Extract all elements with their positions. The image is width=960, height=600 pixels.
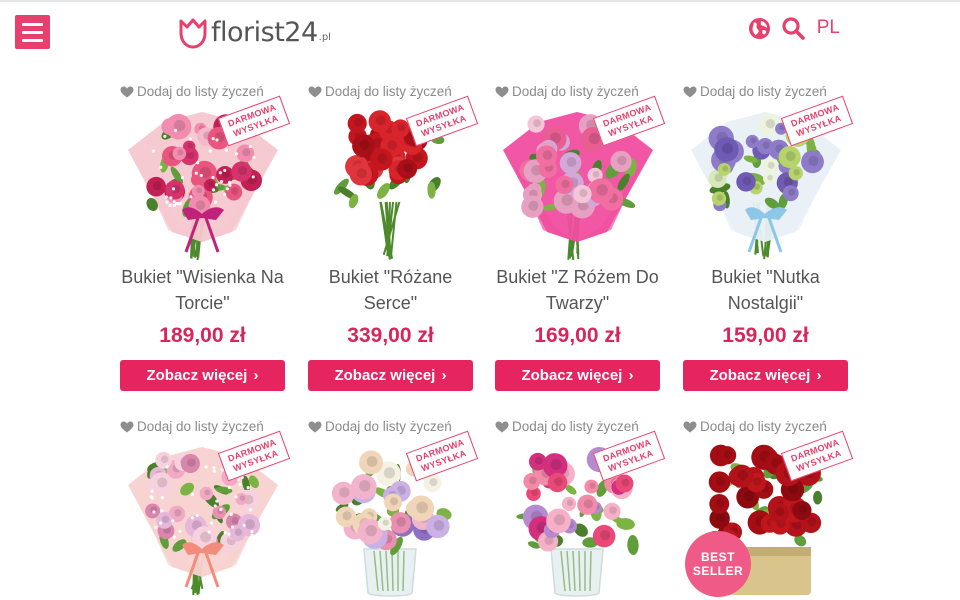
product-image[interactable]: DARMOWA WYSYŁKA: [495, 95, 666, 262]
logo[interactable]: florist24 .pl: [178, 13, 331, 49]
chevron-right-icon: ›: [437, 367, 447, 384]
heart-icon: [683, 86, 697, 97]
heart-icon: [495, 86, 509, 97]
hamburger-icon-bar: [22, 30, 43, 34]
product-card[interactable]: Dodaj do listy życzeń DARMOWA WYSYŁKA: [495, 419, 666, 597]
menu-button[interactable]: [15, 15, 50, 49]
product-image[interactable]: DARMOWA WYSYŁKA BEST SELLER: [683, 430, 854, 597]
product-image[interactable]: DARMOWA WYSYŁKA: [495, 430, 666, 597]
product-image[interactable]: DARMOWA WYSYŁKA: [308, 430, 479, 597]
product-name[interactable]: Bukiet "Z Różem Do Twarzy": [495, 264, 660, 316]
heart-icon: [308, 86, 322, 97]
wishlist-link[interactable]: Dodaj do listy życzeń: [683, 84, 848, 99]
see-more-label: Zobacz więcej: [709, 367, 811, 384]
product-card[interactable]: Dodaj do listy życzeń DARMOWA WYSYŁKA Buki…: [308, 84, 479, 391]
globe-icon[interactable]: [748, 16, 772, 40]
hamburger-icon: [22, 22, 43, 26]
hamburger-icon-bar: [22, 38, 43, 42]
wishlist-link[interactable]: Dodaj do listy życzeń: [308, 419, 473, 434]
product-card[interactable]: Dodaj do listy życzeń DARMOWA WYSYŁKA Buki…: [683, 84, 854, 391]
product-card[interactable]: Dodaj do listy życzeń DARMOWA WYSYŁKA: [308, 419, 479, 597]
product-image[interactable]: DARMOWA WYSYŁKA: [683, 95, 854, 262]
product-price: 159,00 zł: [722, 324, 809, 347]
heart-icon: [120, 86, 134, 97]
logo-tld: .pl: [318, 32, 331, 43]
heart-icon: [308, 421, 322, 432]
product-name[interactable]: Bukiet "Wisienka Na Torcie": [120, 264, 285, 316]
see-more-button[interactable]: Zobacz więcej ›: [683, 360, 848, 391]
wishlist-link[interactable]: Dodaj do listy życzeń: [308, 84, 473, 99]
product-card[interactable]: Dodaj do listy życzeń DARMOWA WYSYŁKA: [120, 419, 291, 597]
wishlist-label: Dodaj do listy życzeń: [325, 419, 452, 434]
product-image[interactable]: DARMOWA WYSYŁKA: [120, 95, 291, 262]
product-price: 189,00 zł: [159, 324, 246, 347]
see-more-label: Zobacz więcej: [334, 367, 436, 384]
wishlist-label: Dodaj do listy życzeń: [700, 419, 827, 434]
best-seller-badge: BEST SELLER: [685, 531, 751, 597]
heart-icon: [683, 421, 697, 432]
wishlist-label: Dodaj do listy życzeń: [512, 84, 639, 99]
see-more-button[interactable]: Zobacz więcej ›: [120, 360, 285, 391]
wishlist-label: Dodaj do listy życzeń: [137, 84, 264, 99]
wishlist-link[interactable]: Dodaj do listy życzeń: [120, 419, 285, 434]
search-icon[interactable]: [781, 16, 805, 40]
see-more-button[interactable]: Zobacz więcej ›: [495, 360, 660, 391]
see-more-label: Zobacz więcej: [146, 367, 248, 384]
chevron-right-icon: ›: [249, 367, 259, 384]
heart-icon: [495, 421, 509, 432]
tulip-logo-icon: [179, 18, 207, 49]
product-name[interactable]: Bukiet "Nutka Nostalgii": [683, 264, 848, 316]
wishlist-link[interactable]: Dodaj do listy życzeń: [683, 419, 848, 434]
product-image[interactable]: DARMOWA WYSYŁKA: [308, 95, 479, 262]
see-more-button[interactable]: Zobacz więcej ›: [308, 360, 473, 391]
product-card[interactable]: Dodaj do listy życzeń DARMOWA WYSYŁKA Buki…: [120, 84, 291, 391]
wishlist-label: Dodaj do listy życzeń: [325, 84, 452, 99]
wishlist-link[interactable]: Dodaj do listy życzeń: [495, 419, 660, 434]
header-actions: PL: [748, 16, 840, 40]
product-price: 339,00 zł: [347, 324, 434, 347]
top-border: [0, 0, 960, 2]
product-card[interactable]: Dodaj do listy życzeń DARMOWA WYSYŁKA BEST…: [683, 419, 854, 597]
logo-text: florist24: [211, 17, 318, 48]
wishlist-link[interactable]: Dodaj do listy życzeń: [495, 84, 660, 99]
see-more-label: Zobacz więcej: [521, 367, 623, 384]
product-image[interactable]: DARMOWA WYSYŁKA: [120, 430, 291, 597]
wishlist-label: Dodaj do listy życzeń: [512, 419, 639, 434]
chevron-right-icon: ›: [624, 367, 634, 384]
product-name[interactable]: Bukiet "Różane Serce": [308, 264, 473, 316]
wishlist-label: Dodaj do listy życzeń: [700, 84, 827, 99]
wishlist-link[interactable]: Dodaj do listy życzeń: [120, 84, 285, 99]
product-card[interactable]: Dodaj do listy życzeń DARMOWA WYSYŁKA Buki…: [495, 84, 666, 391]
heart-icon: [120, 421, 134, 432]
product-price: 169,00 zł: [534, 324, 621, 347]
language-selector[interactable]: PL: [817, 17, 840, 39]
chevron-right-icon: ›: [812, 367, 822, 384]
wishlist-label: Dodaj do listy życzeń: [137, 419, 264, 434]
